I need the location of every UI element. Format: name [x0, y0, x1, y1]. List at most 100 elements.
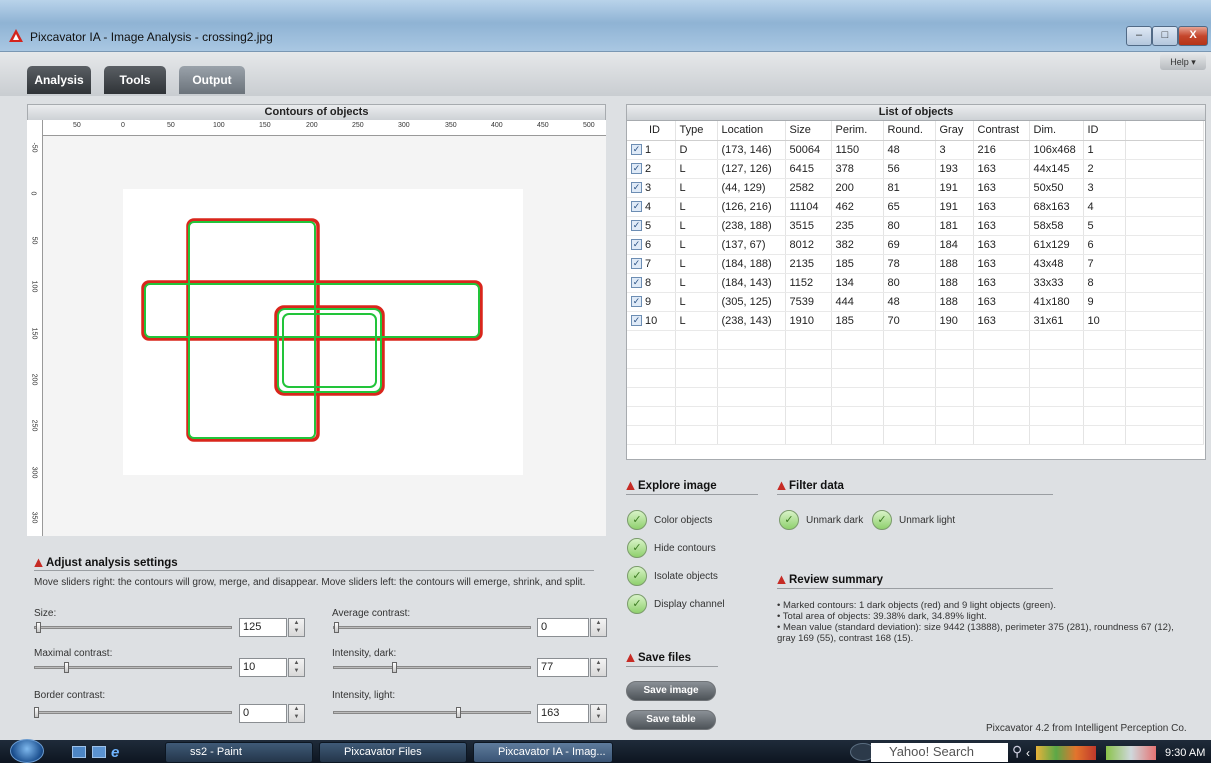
average-contrast-spinner[interactable]: ▲ ▼	[590, 618, 607, 637]
intensity-dark-slider-track[interactable]	[333, 666, 531, 669]
show-desktop-icon[interactable]	[72, 746, 86, 758]
row-checkbox[interactable]: ✓	[631, 201, 642, 213]
adjust-hint: Move sliders right: the contours will gr…	[34, 577, 586, 588]
size-spinner[interactable]: ▲ ▼	[288, 618, 305, 637]
tab-analysis[interactable]: Analysis	[27, 66, 91, 94]
table-row[interactable]: ✓ 9 L (305, 125) 7539 444 48 188 163 41x180 9	[627, 292, 1204, 312]
row-checkbox[interactable]: ✓	[631, 220, 642, 232]
contour-light-3	[277, 308, 382, 393]
unmark-light-button[interactable]: ✓ Unmark light	[872, 509, 955, 531]
maximal-contrast-spinner[interactable]: ▲ ▼	[288, 658, 305, 677]
check-icon: ✓	[627, 594, 647, 614]
row-checkbox[interactable]: ✓	[631, 315, 642, 327]
help-button[interactable]: Help ▾	[1160, 54, 1206, 70]
intensity-light-input[interactable]: 163	[537, 704, 589, 723]
table-cell-empty	[627, 349, 676, 369]
table-row[interactable]: ✓ 4 L (126, 216) 11104 462 65 191 163 68x163 4	[627, 197, 1204, 217]
size-slider-track[interactable]	[34, 626, 232, 629]
hide-contours-button[interactable]: ✓ Hide contours	[627, 537, 716, 559]
system-tray-icons[interactable]	[1106, 746, 1156, 760]
col-type[interactable]: Type	[675, 121, 718, 141]
average-contrast-slider-track[interactable]	[333, 626, 531, 629]
row-checkbox[interactable]: ✓	[631, 258, 642, 270]
maximal-contrast-slider-thumb[interactable]	[64, 662, 69, 673]
intensity-light-spinner[interactable]: ▲ ▼	[590, 704, 607, 723]
col-size[interactable]: Size	[785, 121, 832, 141]
taskbar-item-files[interactable]: Pixcavator Files	[319, 742, 467, 763]
contour-dark-3	[274, 305, 385, 396]
start-button[interactable]	[10, 739, 44, 763]
size-input[interactable]: 125	[239, 618, 287, 637]
col-dim[interactable]: Dim.	[1029, 121, 1084, 141]
table-cell-empty	[831, 425, 884, 445]
maximal-contrast-input[interactable]: 10	[239, 658, 287, 677]
table-row[interactable]: ✓ 5 L (238, 188) 3515 235 80 181 163 58x58 5	[627, 216, 1204, 236]
close-button[interactable]: X	[1178, 26, 1208, 46]
intensity-light-slider-track[interactable]	[333, 711, 531, 714]
intensity-dark-slider-thumb[interactable]	[392, 662, 397, 673]
row-checkbox[interactable]: ✓	[631, 182, 642, 194]
size-slider-thumb[interactable]	[36, 622, 41, 633]
col-contrast[interactable]: Contrast	[973, 121, 1030, 141]
intensity-dark-input[interactable]: 77	[537, 658, 589, 677]
table-row[interactable]: ✓ 7 L (184, 188) 2135 185 78 188 163 43x48 7	[627, 254, 1204, 274]
table-cell-empty	[1125, 197, 1204, 217]
display-channel-button[interactable]: ✓ Display channel	[627, 593, 725, 615]
app-logo-icon	[9, 29, 23, 42]
row-checkbox[interactable]: ✓	[631, 277, 642, 289]
table-row[interactable]: ✓ 1 D (173, 146) 50064 1150 48 3 216 106x468 1	[627, 140, 1204, 160]
table-cell: (126, 216)	[717, 197, 786, 217]
taskbar-item-pixcavator[interactable]: Pixcavator IA - Imag...	[473, 742, 613, 763]
save-table-button[interactable]: Save table	[626, 710, 716, 730]
ruler-label: 300	[30, 466, 38, 479]
isolate-objects-button[interactable]: ✓ Isolate objects	[627, 565, 718, 587]
window-titlebar[interactable]	[0, 0, 1211, 52]
table-cell-empty	[785, 330, 832, 350]
col-round[interactable]: Round.	[883, 121, 936, 141]
table-row[interactable]: ✓ 8 L (184, 143) 1152 134 80 188 163 33x33 8	[627, 273, 1204, 293]
yahoo-search-input[interactable]: Yahoo! Search	[871, 743, 1008, 762]
unmark-dark-button[interactable]: ✓ Unmark dark	[779, 509, 863, 531]
col-perim[interactable]: Perim.	[831, 121, 884, 141]
switch-windows-icon[interactable]	[92, 746, 106, 758]
border-contrast-spinner[interactable]: ▲ ▼	[288, 704, 305, 723]
col-gray[interactable]: Gray	[935, 121, 974, 141]
search-icon[interactable]: ⚲	[1012, 743, 1022, 760]
row-checkbox[interactable]: ✓	[631, 163, 642, 175]
button-label: Display channel	[654, 598, 725, 610]
table-cell-empty	[1125, 349, 1204, 369]
border-contrast-input[interactable]: 0	[239, 704, 287, 723]
table-cell: L	[675, 292, 718, 312]
table-row[interactable]: ✓ 10 L (238, 143) 1910 185 70 190 163 31x61 10	[627, 311, 1204, 331]
objects-table[interactable]: ID Type Location Size Perim. Round. Gray…	[626, 120, 1206, 460]
row-checkbox[interactable]: ✓	[631, 144, 642, 156]
average-contrast-slider-thumb[interactable]	[334, 622, 339, 633]
tab-tools[interactable]: Tools	[104, 66, 166, 94]
col-id-2[interactable]: ID	[1083, 121, 1126, 141]
summary-line: gray 169 (55), contrast 168 (15).	[777, 633, 914, 644]
row-checkbox[interactable]: ✓	[631, 296, 642, 308]
table-cell: (184, 143)	[717, 273, 786, 293]
col-id[interactable]: ID	[627, 121, 676, 141]
border-contrast-slider-thumb[interactable]	[34, 707, 39, 718]
table-row[interactable]: ✓ 2 L (127, 126) 6415 378 56 193 163 44x145 2	[627, 159, 1204, 179]
average-contrast-input[interactable]: 0	[537, 618, 589, 637]
taskbar-item-paint[interactable]: ss2 - Paint	[165, 742, 313, 763]
internet-explorer-icon[interactable]: e	[111, 744, 119, 761]
save-image-button[interactable]: Save image	[626, 681, 716, 701]
tray-icons[interactable]	[1036, 746, 1096, 760]
minimize-button[interactable]: –	[1126, 26, 1152, 46]
color-objects-button[interactable]: ✓ Color objects	[627, 509, 712, 531]
chevron-left-icon[interactable]: ‹	[1026, 746, 1030, 760]
row-checkbox[interactable]: ✓	[631, 239, 642, 251]
border-contrast-slider-track[interactable]	[34, 711, 232, 714]
table-row[interactable]: ✓ 3 L (44, 129) 2582 200 81 191 163 50x50 3	[627, 178, 1204, 198]
table-cell: 4	[1083, 197, 1126, 217]
tab-output[interactable]: Output	[179, 66, 245, 94]
table-cell: L	[675, 311, 718, 331]
col-location[interactable]: Location	[717, 121, 786, 141]
maximize-button[interactable]: □	[1152, 26, 1178, 46]
table-row[interactable]: ✓ 6 L (137, 67) 8012 382 69 184 163 61x129 6	[627, 235, 1204, 255]
intensity-light-slider-thumb[interactable]	[456, 707, 461, 718]
intensity-dark-spinner[interactable]: ▲ ▼	[590, 658, 607, 677]
